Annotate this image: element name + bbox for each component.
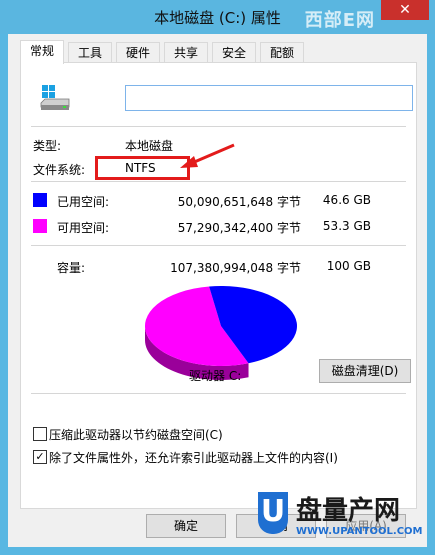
free-space-swatch — [33, 219, 47, 233]
watermark-u-logo: U — [258, 492, 288, 534]
capacity-label: 容量: — [57, 261, 86, 275]
used-space-label: 已用空间: — [57, 195, 110, 209]
close-button[interactable]: ✕ — [381, 0, 429, 20]
capacity-bytes: 107,380,994,048 字节 — [170, 261, 301, 275]
tab-hardware[interactable]: 硬件 — [116, 42, 160, 63]
volume-name-input[interactable] — [125, 85, 413, 111]
ok-button[interactable]: 确定 — [146, 514, 226, 538]
watermark-url: WWW.UPANTOOL.COM — [296, 526, 423, 537]
separator — [31, 126, 406, 127]
free-space-size: 53.3 GB — [322, 219, 371, 233]
tab-quota[interactable]: 配额 — [260, 42, 304, 63]
disk-cleanup-button[interactable]: 磁盘清理(D) — [319, 359, 411, 383]
filesystem-label: 文件系统: — [33, 163, 86, 177]
compress-checkbox[interactable] — [33, 427, 47, 441]
index-label: 除了文件属性外，还允许索引此驱动器上文件的内容(I) — [49, 451, 338, 465]
site-watermark: U 盘量产网 WWW.UPANTOOL.COM — [258, 490, 428, 550]
free-space-label: 可用空间: — [57, 221, 110, 235]
type-value: 本地磁盘 — [125, 139, 174, 153]
used-space-size: 46.6 GB — [322, 193, 371, 207]
properties-window: 常规 工具 硬件 共享 安全 配额 类型: 本地磁盘 文件系统: NTFS 已用… — [8, 34, 427, 547]
tab-security[interactable]: 安全 — [212, 42, 256, 63]
tab-sharing[interactable]: 共享 — [164, 42, 208, 63]
tab-general[interactable]: 常规 — [20, 40, 64, 64]
used-space-swatch — [33, 193, 47, 207]
free-space-bytes: 57,290,342,400 字节 — [177, 221, 301, 235]
annotation-arrow-icon — [180, 143, 235, 168]
window-title: 本地磁盘 (C:) 属性 — [154, 9, 281, 27]
index-checkbox[interactable]: ✓ — [33, 450, 47, 464]
title-bar: 西部E网 本地磁盘 (C:) 属性 ✕ — [0, 0, 435, 34]
separator — [31, 393, 406, 394]
separator — [31, 245, 406, 246]
watermark-brand: 盘量产网 — [296, 496, 401, 526]
used-space-bytes: 50,090,651,648 字节 — [177, 195, 301, 209]
type-label: 类型: — [33, 139, 62, 153]
drive-label: 驱动器 C: — [189, 369, 242, 383]
separator — [31, 181, 406, 182]
tab-tools[interactable]: 工具 — [68, 42, 112, 63]
general-panel: 类型: 本地磁盘 文件系统: NTFS 已用空间: 50,090,651,648… — [20, 62, 417, 509]
compress-label: 压缩此驱动器以节约磁盘空间(C) — [49, 428, 223, 442]
drive-icon — [40, 85, 70, 110]
capacity-size: 100 GB — [326, 259, 371, 273]
